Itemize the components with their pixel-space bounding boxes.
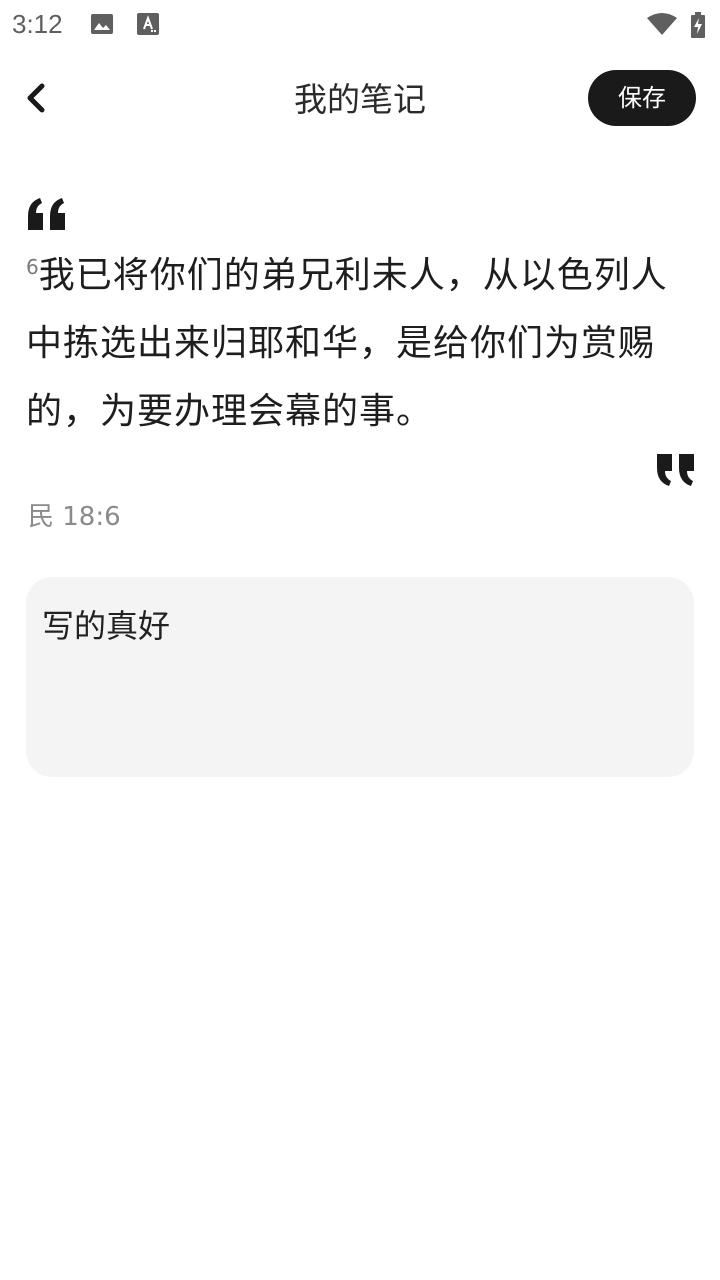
status-bar: 3:12 — [0, 0, 720, 50]
verse-reference: 民 18:6 — [28, 502, 121, 532]
note-box: 写的真好 — [26, 577, 694, 777]
verse-number: 6 — [26, 255, 39, 279]
wifi-icon — [646, 12, 678, 36]
quote-open-icon — [26, 196, 68, 232]
image-icon — [90, 12, 114, 36]
save-button[interactable]: 保存 — [588, 70, 696, 126]
quote-close-icon — [654, 452, 696, 488]
status-time: 3:12 — [12, 9, 63, 39]
accessibility-text-icon — [136, 12, 160, 36]
note-input[interactable]: 写的真好 — [42, 601, 672, 761]
verse-text: 6我已将你们的弟兄利未人，从以色列人中拣选出来归耶和华，是给你们为赏赐的，为要办… — [26, 242, 694, 446]
app-bar: 我的笔记 保存 — [0, 60, 720, 138]
battery-charging-icon — [690, 12, 706, 38]
verse-body: 我已将你们的弟兄利未人，从以色列人中拣选出来归耶和华，是给你们为赏赐的，为要办理… — [26, 255, 668, 432]
